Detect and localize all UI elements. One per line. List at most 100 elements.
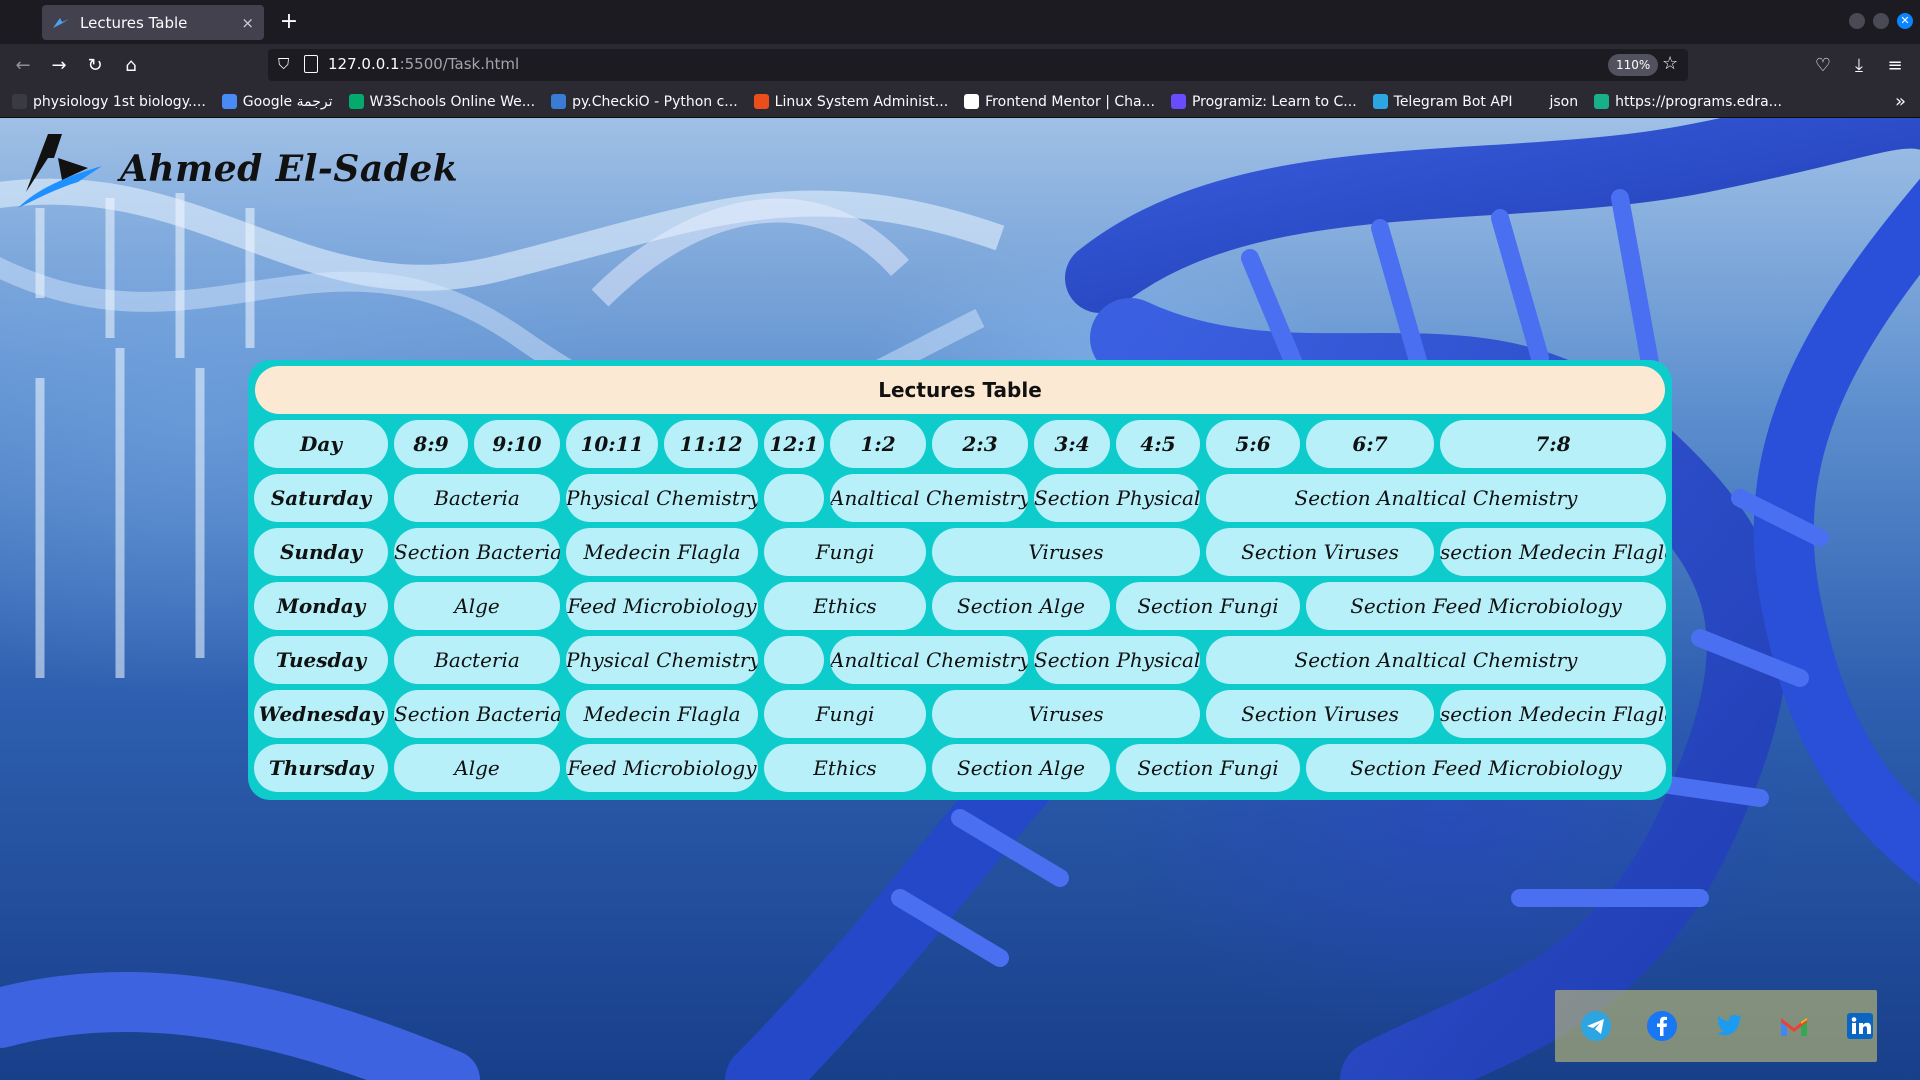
lectures-table: Lectures Table Day 8:9 9:10 10:11 11:12 12:1 1… [248,360,1672,800]
lecture-cell: Section Analtical Chemistry [1206,636,1666,684]
lecture-cell: Bacteria [394,474,560,522]
bookmark-item[interactable]: json [1528,93,1579,110]
bookmark-label: Telegram Bot API [1393,93,1513,110]
lecture-cell: Section Analtical Chemistry [1206,474,1666,522]
header-day-cell: Day [254,420,388,468]
lecture-cell: Section Feed Microbiology [1306,582,1666,630]
browser-tab-bar: Lectures Table × + ✕ [0,0,1920,44]
header-time-cell: 8:9 [394,420,468,468]
home-icon[interactable]: ⌂ [118,53,144,79]
header-time-cell: 4:5 [1116,420,1200,468]
bookmarks-overflow-icon[interactable]: » [1895,91,1906,112]
bookmark-favicon-icon [1372,94,1388,109]
facebook-icon[interactable] [1646,1010,1678,1042]
pocket-icon[interactable]: ♡ [1810,53,1836,79]
shield-icon[interactable]: ⛉ [278,55,289,73]
header-time-cell: 2:3 [932,420,1028,468]
day-cell: Sunday [254,528,388,576]
bookmark-item[interactable]: physiology 1st biology.... [12,94,206,110]
downloads-icon[interactable]: ⤓ [1846,53,1872,79]
lecture-cell: Section Physical Chemistry [1034,636,1200,684]
bookmark-item[interactable]: https://programs.edra... [1594,94,1782,110]
tab-close-icon[interactable]: × [241,14,254,32]
header-time-cell: 12:1 [764,420,824,468]
reload-icon[interactable]: ↻ [82,53,108,79]
header-time-cell: 3:4 [1034,420,1110,468]
close-window-button[interactable]: ✕ [1897,13,1913,29]
url-text[interactable]: 127.0.0.1:5500/Task.html [328,55,519,73]
day-cell: Thursday [254,744,388,792]
bookmark-item[interactable]: Programiz: Learn to C... [1170,93,1357,110]
lecture-cell: Ethics [764,744,926,792]
logo-icon [18,134,102,208]
twitter-icon[interactable] [1712,1010,1744,1042]
browser-tab[interactable]: Lectures Table × [42,5,264,40]
bookmark-item[interactable]: Telegram Bot API [1372,93,1513,110]
bookmark-item[interactable]: py.CheckiO - Python c... [551,94,738,110]
table-caption: Lectures Table [255,366,1665,414]
bookmark-favicon-icon [12,94,27,109]
lecture-cell: Analtical Chemistry [830,636,1028,684]
social-links-bar [1555,990,1877,1062]
lecture-cell: Feed Microbiology [566,744,758,792]
lecture-cell: Medecin Flagla [566,690,758,738]
bookmark-star-icon[interactable]: ☆ [1662,53,1678,74]
address-bar[interactable]: ⛉ 127.0.0.1:5500/Task.html 110% ☆ [268,49,1688,81]
lecture-cell: Viruses [932,690,1200,738]
lecture-cell: Fungi [764,528,926,576]
maximize-window-button[interactable] [1873,13,1889,29]
lecture-cell: Section Physical Chemistry [1034,474,1200,522]
lecture-cell: Physical Chemistry [566,636,758,684]
bookmark-item[interactable]: Google ترجمة [221,93,333,110]
zoom-level-badge[interactable]: 110% [1608,54,1659,76]
bookmark-label: py.CheckiO - Python c... [572,93,738,110]
bookmark-favicon-icon [1528,94,1544,109]
bookmark-label: Google ترجمة [242,93,333,110]
page-info-icon[interactable] [304,55,318,73]
lecture-cell: Section Bacteria [394,528,560,576]
forward-arrow-icon[interactable]: → [46,53,72,79]
bookmark-favicon-icon [1170,94,1186,109]
gmail-icon[interactable] [1778,1010,1810,1042]
minimize-window-button[interactable] [1849,13,1865,29]
header-time-cell: 6:7 [1306,420,1434,468]
day-cell: Saturday [254,474,388,522]
bookmark-item[interactable]: W3Schools Online We... [348,94,535,110]
day-cell: Tuesday [254,636,388,684]
lecture-cell: Medecin Flagla [566,528,758,576]
lecture-cell: Ethics [764,582,926,630]
bookmark-favicon-icon [753,94,769,109]
bookmark-label: Programiz: Learn to C... [1191,93,1357,110]
bookmark-item[interactable]: Frontend Mentor | Cha... [964,94,1155,110]
bookmark-label: json [1549,93,1579,110]
back-arrow-icon[interactable]: ← [10,53,36,79]
lecture-cell: Section Viruses [1206,690,1434,738]
day-cell: Monday [254,582,388,630]
lecture-cell: Section Fungi [1116,744,1300,792]
bookmark-label: https://programs.edra... [1615,93,1782,110]
bookmarks-toolbar: physiology 1st biology.... Google ترجمة W3… [0,86,1920,118]
lecture-cell: section Medecin Flagla [1440,528,1666,576]
bookmark-item[interactable]: Linux System Administ... [753,93,949,110]
lecture-cell: Physical Chemistry [566,474,758,522]
telegram-icon[interactable] [1580,1010,1612,1042]
bookmark-label: Frontend Mentor | Cha... [985,93,1155,110]
header-time-cell: 9:10 [474,420,560,468]
menu-icon[interactable]: ≡ [1882,53,1908,79]
empty-cell [764,636,824,684]
brand-name: Ahmed El-Sadek [120,148,459,190]
page-content: Ahmed El-Sadek Lectures Table Day 8:9 9:10… [0,118,1920,1080]
lecture-cell: Section Alge [932,582,1110,630]
lecture-cell: Alge [394,582,560,630]
bookmark-favicon-icon [551,94,567,109]
header-time-cell: 10:11 [566,420,658,468]
bookmark-label: Linux System Administ... [774,93,949,110]
linkedin-icon[interactable] [1844,1010,1876,1042]
bookmark-favicon-icon [348,94,364,109]
lecture-cell: Bacteria [394,636,560,684]
header-time-cell: 1:2 [830,420,926,468]
lecture-cell: Section Alge [932,744,1110,792]
day-cell: Wednesday [254,690,388,738]
new-tab-button[interactable]: + [274,8,304,36]
header-time-cell: 5:6 [1206,420,1300,468]
